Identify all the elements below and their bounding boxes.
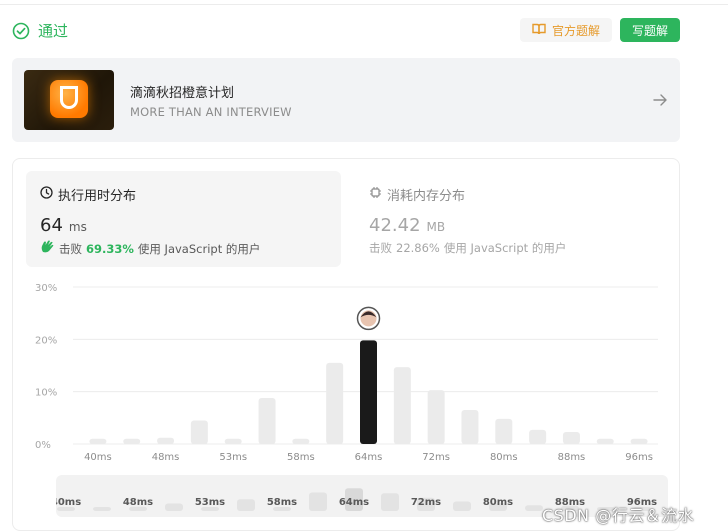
write-solution-button[interactable]: 写题解: [620, 18, 680, 42]
tab-memory[interactable]: 消耗内存分布 42.42 MB 击败 22.86% 使用 JavaScript …: [355, 171, 670, 267]
runtime-beat-suffix: 使用 JavaScript 的用户: [137, 241, 261, 256]
promo-banner[interactable]: 滴滴秋招橙意计划 MORE THAN AN INTERVIEW: [12, 58, 680, 142]
tab-runtime[interactable]: 执行用时分布 64 ms 击败 69.33% 使用 JavaScript 的用户: [26, 171, 341, 267]
minimap-label: 58ms: [267, 497, 297, 508]
selected-bar: [360, 340, 377, 444]
accepted-status: 通过: [12, 20, 68, 41]
result-row: 通过 官方题解 写题解: [12, 18, 680, 44]
x-tick-label: 58ms: [287, 452, 315, 463]
submission-result-page: 通过 官方题解 写题解 滴滴秋招橙意计划 MORE THAN AN INTERV…: [0, 0, 728, 531]
minimap-label: 64ms: [339, 497, 369, 508]
minimap-label: 48ms: [123, 497, 153, 508]
runtime-number: 64: [40, 215, 63, 236]
x-tick-label: 96ms: [625, 452, 653, 463]
bar: [630, 438, 648, 444]
runtime-tab-head: 执行用时分布: [40, 185, 136, 204]
top-divider: [0, 4, 728, 5]
bar: [292, 438, 310, 444]
minimap-bar: [453, 501, 471, 511]
bar: [596, 438, 614, 444]
runtime-beat: 击败 69.33% 使用 JavaScript 的用户: [40, 240, 260, 257]
x-tick-label: 88ms: [558, 452, 586, 463]
runtime-value: 64 ms: [40, 215, 87, 236]
memory-beat: 击败 22.86% 使用 JavaScript 的用户: [369, 240, 566, 256]
bar: [326, 362, 344, 444]
minimap-label: 40ms: [56, 497, 81, 508]
check-circle-icon: [12, 22, 30, 40]
bar: [89, 438, 107, 444]
banner-title: 滴滴秋招橙意计划: [130, 86, 235, 101]
bar: [495, 418, 513, 444]
bar: [427, 390, 445, 444]
x-tick-label: 40ms: [84, 452, 112, 463]
minimap-bar: [93, 507, 111, 511]
bar: [224, 438, 242, 444]
bar: [157, 437, 175, 444]
csdn-watermark: CSDN @行云＆流水: [542, 506, 695, 525]
status-label: 通过: [38, 22, 69, 40]
didi-logo-icon: [50, 80, 88, 118]
x-tick-label: 72ms: [422, 452, 450, 463]
runtime-beat-prefix: 击败: [59, 241, 82, 256]
clock-icon: [40, 186, 53, 203]
book-icon: [532, 23, 546, 38]
runtime-beat-pct: 69.33%: [86, 241, 134, 256]
memory-beat-suffix: 使用 JavaScript 的用户: [443, 241, 567, 255]
y-tick-label: 0%: [35, 440, 51, 451]
minimap-label: 80ms: [483, 497, 513, 508]
y-tick-label: 10%: [35, 388, 57, 399]
minimap-bar: [237, 499, 255, 511]
memory-beat-pct: 22.86%: [396, 241, 440, 255]
clap-icon: [40, 240, 55, 257]
bar: [562, 431, 580, 444]
memory-beat-prefix: 击败: [369, 241, 392, 255]
y-tick-label: 20%: [35, 335, 57, 346]
official-solution-label: 官方题解: [551, 23, 600, 38]
banner-subtitle: MORE THAN AN INTERVIEW: [130, 105, 292, 119]
bar: [258, 397, 276, 444]
chip-icon: [369, 186, 382, 203]
y-tick-label: 30%: [35, 283, 57, 294]
bar: [529, 429, 547, 444]
runtime-distribution-chart[interactable]: 30% 20% 10% 0% 40ms 48ms 53ms 58ms 64ms 72ms 80ms 8…: [13, 279, 681, 479]
x-tick-label: 48ms: [152, 452, 180, 463]
minimap-bar: [309, 492, 327, 511]
x-tick-label: 53ms: [219, 452, 247, 463]
minimap-bar: [381, 493, 399, 511]
runtime-tab-label: 执行用时分布: [58, 189, 137, 204]
stats-card: 执行用时分布 64 ms 击败 69.33% 使用 JavaScript 的用户: [12, 158, 680, 531]
bar: [393, 367, 411, 444]
memory-tab-label: 消耗内存分布: [387, 189, 466, 204]
banner-image: [24, 70, 114, 130]
bar: [123, 438, 141, 444]
memory-number: 42.42: [369, 215, 421, 236]
official-solution-button[interactable]: 官方题解: [519, 18, 612, 42]
memory-tab-head: 消耗内存分布: [369, 185, 465, 204]
memory-unit: MB: [426, 220, 446, 234]
runtime-unit: ms: [68, 220, 87, 234]
user-avatar: [356, 306, 381, 331]
x-tick-label: 80ms: [490, 452, 518, 463]
minimap-label: 53ms: [195, 497, 225, 508]
minimap-bar: [525, 505, 543, 511]
minimap-bar: [165, 503, 183, 511]
x-tick-label: 64ms: [355, 452, 383, 463]
arrow-right-icon: [652, 92, 668, 108]
bar: [461, 409, 479, 444]
bar: [190, 420, 208, 444]
minimap-label: 72ms: [411, 497, 441, 508]
memory-value: 42.42 MB: [369, 215, 445, 236]
